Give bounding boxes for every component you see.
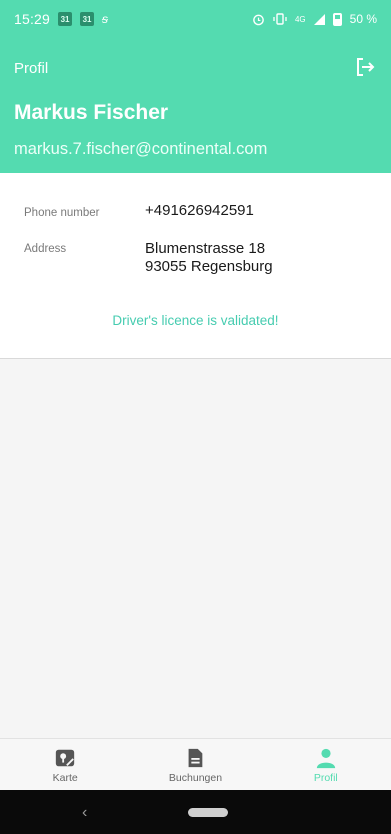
person-icon: [316, 748, 335, 769]
document-icon: [189, 748, 203, 768]
user-email: markus.7.fischer@continental.com: [14, 140, 268, 158]
licence-status: Driver's licence is validated!: [112, 313, 279, 328]
phone-label: Phone number: [24, 207, 100, 219]
nav-label-buchungen: Buchungen: [168, 772, 223, 784]
battery-level: 50 %: [349, 12, 377, 26]
profile-info-card: Phone number +491626942591 Address Blume…: [0, 173, 391, 359]
address-line-1: Blumenstrasse 18: [145, 240, 266, 257]
phone-value: +491626942591: [145, 202, 254, 219]
nav-item-karte[interactable]: Karte: [0, 739, 130, 790]
nav-label-profil: Profil: [313, 772, 338, 784]
signal-icon: ᵴ: [102, 12, 109, 26]
home-button[interactable]: [188, 808, 228, 817]
profile-header: Profil Markus Fischer markus.7.fischer@c…: [0, 38, 391, 173]
address-label: Address: [24, 243, 67, 255]
system-nav-bar: ‹: [0, 790, 391, 834]
back-button[interactable]: ‹: [82, 804, 87, 822]
nav-item-buchungen[interactable]: Buchungen: [130, 739, 260, 790]
nav-label-karte: Karte: [52, 772, 78, 784]
calendar-icon: 31: [58, 12, 73, 26]
user-name: Markus Fischer: [14, 101, 169, 124]
calendar-icon: 31: [80, 12, 95, 26]
status-left: 15:29 31 31 ᵴ: [14, 11, 108, 27]
status-time: 15:29: [14, 11, 51, 27]
network-type: 4G: [294, 14, 306, 24]
alarm-icon: [253, 14, 264, 25]
vibrate-icon: [273, 13, 287, 25]
address-line-2: 93055 Regensburg: [145, 258, 273, 275]
app-screen: 15:29 31 31 ᵴ 4G 50 % Profil Markus Fisc…: [0, 0, 391, 834]
bottom-nav: Karte Buchungen Profil: [0, 738, 391, 790]
page-title: Profil: [14, 60, 49, 77]
battery-icon: [332, 12, 342, 26]
logout-icon[interactable]: [353, 55, 377, 79]
map-icon: [55, 749, 75, 767]
nav-item-profil[interactable]: Profil: [261, 739, 391, 790]
status-right: 4G 50 %: [252, 12, 377, 26]
cell-signal-icon: [313, 13, 325, 25]
status-bar: 15:29 31 31 ᵴ 4G 50 %: [0, 0, 391, 38]
